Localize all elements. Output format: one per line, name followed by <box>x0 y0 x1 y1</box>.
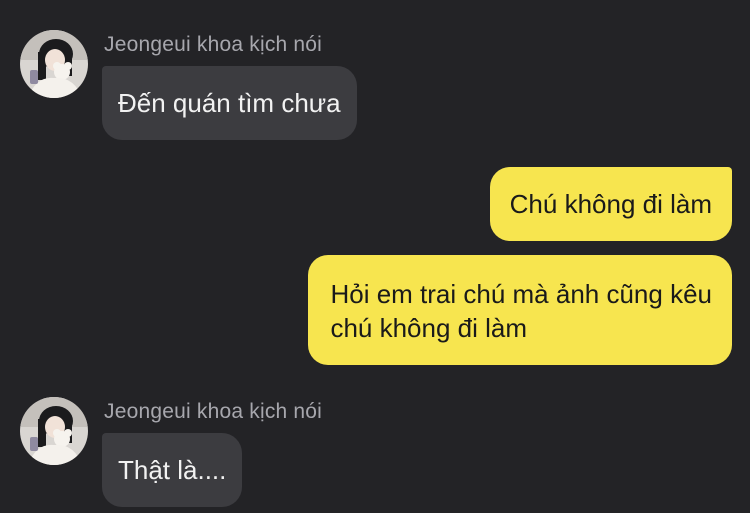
sender-avatar[interactable] <box>20 30 88 98</box>
incoming-message-bubble[interactable]: Thật là.... <box>102 433 243 507</box>
outgoing-message-bubble[interactable]: Hỏi em trai chú mà ảnh cũng kêu chú khôn… <box>308 255 732 365</box>
profile-photo-icon <box>20 397 88 465</box>
message-text: Đến quán tìm chưa <box>118 88 341 118</box>
message-text: Thật là.... <box>118 455 227 485</box>
message-text-line-2: chú không đi làm <box>330 313 528 343</box>
sender-name: Jeongeui khoa kịch nói <box>104 33 323 56</box>
outgoing-message-bubble[interactable]: Chú không đi làm <box>489 167 732 241</box>
sender-avatar[interactable] <box>20 397 88 465</box>
message-text: Chú không đi làm <box>509 189 712 219</box>
profile-photo-icon <box>20 30 88 98</box>
sender-name: Jeongeui khoa kịch nói <box>104 400 323 423</box>
incoming-message-bubble[interactable]: Đến quán tìm chưa <box>102 66 357 140</box>
message-text-line-1: Hỏi em trai chú mà ảnh cũng kêu <box>330 279 712 309</box>
